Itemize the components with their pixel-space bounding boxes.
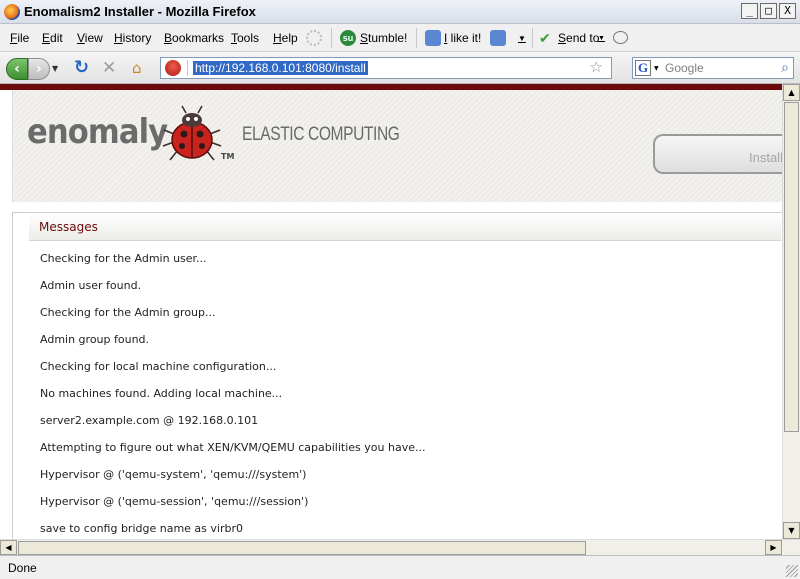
resize-grip-icon[interactable]: [786, 565, 798, 577]
firefox-icon: [4, 4, 20, 20]
message-line: Attempting to figure out what XEN/KVM/QE…: [40, 441, 426, 454]
tagline: ELASTIC COMPUTING: [242, 124, 400, 145]
search-icon[interactable]: ⌕: [781, 59, 789, 76]
home-icon[interactable]: ⌂: [132, 58, 150, 80]
bookmark-star-icon[interactable]: ☆: [590, 58, 603, 76]
message-line: Admin user found.: [40, 279, 142, 292]
toolbar-separator: [416, 28, 417, 48]
menu-view[interactable]: View: [77, 31, 103, 45]
search-placeholder: Google: [665, 61, 704, 75]
status-text: Done: [8, 561, 37, 575]
message-line: Hypervisor @ ('qemu-system', 'qemu:///sy…: [40, 468, 307, 481]
horizontal-scrollbar[interactable]: ◀ ▶: [0, 539, 800, 555]
stumble-button[interactable]: Stumble!: [360, 31, 407, 45]
stumbleupon-icon[interactable]: su: [340, 30, 356, 46]
install-button[interactable]: Install: [653, 134, 782, 174]
messages-header: Messages: [29, 213, 781, 241]
message-line: Checking for local machine configuration…: [40, 360, 277, 373]
url-input[interactable]: http://192.168.0.101:8080/install: [193, 61, 368, 75]
horizontal-scroll-thumb[interactable]: [18, 541, 586, 555]
message-line: Checking for the Admin user...: [40, 252, 207, 265]
menu-help[interactable]: Help: [273, 31, 298, 45]
message-line: server2.example.com @ 192.168.0.101: [40, 414, 259, 427]
chevron-down-icon[interactable]: ▼: [518, 34, 526, 43]
messages-panel: Messages Checking for the Admin user... …: [12, 212, 782, 539]
trademark-label: TM: [221, 152, 235, 161]
maximize-button[interactable]: □: [760, 3, 777, 19]
search-input[interactable]: Google ⌕: [662, 57, 794, 79]
google-icon: G: [635, 60, 651, 76]
comment-icon[interactable]: [613, 31, 628, 44]
thumbs-down-icon[interactable]: [490, 30, 506, 46]
status-bar: Done: [0, 555, 800, 579]
window-controls: _ □ X: [741, 3, 796, 19]
message-line: save to config bridge name as virbr0: [40, 522, 243, 535]
chevron-down-icon: ▼: [654, 65, 659, 72]
messages-title: Messages: [39, 220, 98, 234]
vertical-scroll-thumb[interactable]: [784, 102, 799, 432]
logo-text: enomaly: [27, 112, 168, 152]
scroll-down-icon[interactable]: ▼: [783, 522, 800, 539]
toolbar-separator: [331, 28, 332, 48]
scroll-up-icon[interactable]: ▲: [783, 84, 800, 101]
site-header: enomaly TM ELASTIC COMPUTING Install: [12, 90, 782, 202]
title-bar: Enomalism2 Installer - Mozilla Firefox _…: [0, 0, 800, 24]
scroll-right-icon[interactable]: ▶: [765, 540, 782, 555]
menu-bookmarks[interactable]: Bookmarks: [164, 31, 224, 45]
search-engine-selector[interactable]: G ▼: [632, 57, 662, 79]
ladybug-logo-icon: [162, 105, 222, 161]
menu-edit[interactable]: Edit: [42, 31, 63, 45]
like-button[interactable]: I like it!: [444, 31, 481, 45]
divider: [187, 60, 188, 76]
vertical-scrollbar[interactable]: ▲ ▼: [782, 84, 800, 539]
message-line: Admin group found.: [40, 333, 150, 346]
address-bar[interactable]: http://192.168.0.101:8080/install ☆: [160, 57, 612, 79]
menu-tools[interactable]: Tools: [231, 31, 259, 45]
message-line: Hypervisor @ ('qemu-session', 'qemu:///s…: [40, 495, 309, 508]
menu-bar: File Edit View History Bookmarks Tools H…: [0, 24, 800, 52]
forward-button[interactable]: ›: [28, 58, 50, 80]
throbber-icon: [306, 30, 322, 46]
back-button[interactable]: ‹: [6, 58, 28, 80]
stop-icon[interactable]: ✕: [102, 58, 120, 80]
send-to-button[interactable]: Send to: [558, 31, 599, 45]
window-title: Enomalism2 Installer - Mozilla Firefox: [24, 4, 256, 19]
scroll-left-icon[interactable]: ◀: [0, 540, 17, 555]
history-dropdown-icon[interactable]: ▼: [52, 58, 62, 80]
close-button[interactable]: X: [779, 3, 796, 19]
message-line: Checking for the Admin group...: [40, 306, 216, 319]
toolbar-separator: [532, 28, 533, 48]
thumbs-up-icon[interactable]: [425, 30, 441, 46]
minimize-button[interactable]: _: [741, 3, 758, 19]
send-to-icon[interactable]: ✔: [539, 30, 555, 46]
chevron-down-icon[interactable]: ▼: [598, 35, 605, 42]
site-favicon-icon: [165, 60, 181, 76]
menu-history[interactable]: History: [114, 31, 151, 45]
page-content: enomaly TM ELASTIC COMPUTING Install Mes…: [0, 84, 782, 539]
message-line: No machines found. Adding local machine.…: [40, 387, 283, 400]
menu-file[interactable]: File: [10, 31, 29, 45]
reload-icon[interactable]: ↻: [74, 58, 92, 80]
